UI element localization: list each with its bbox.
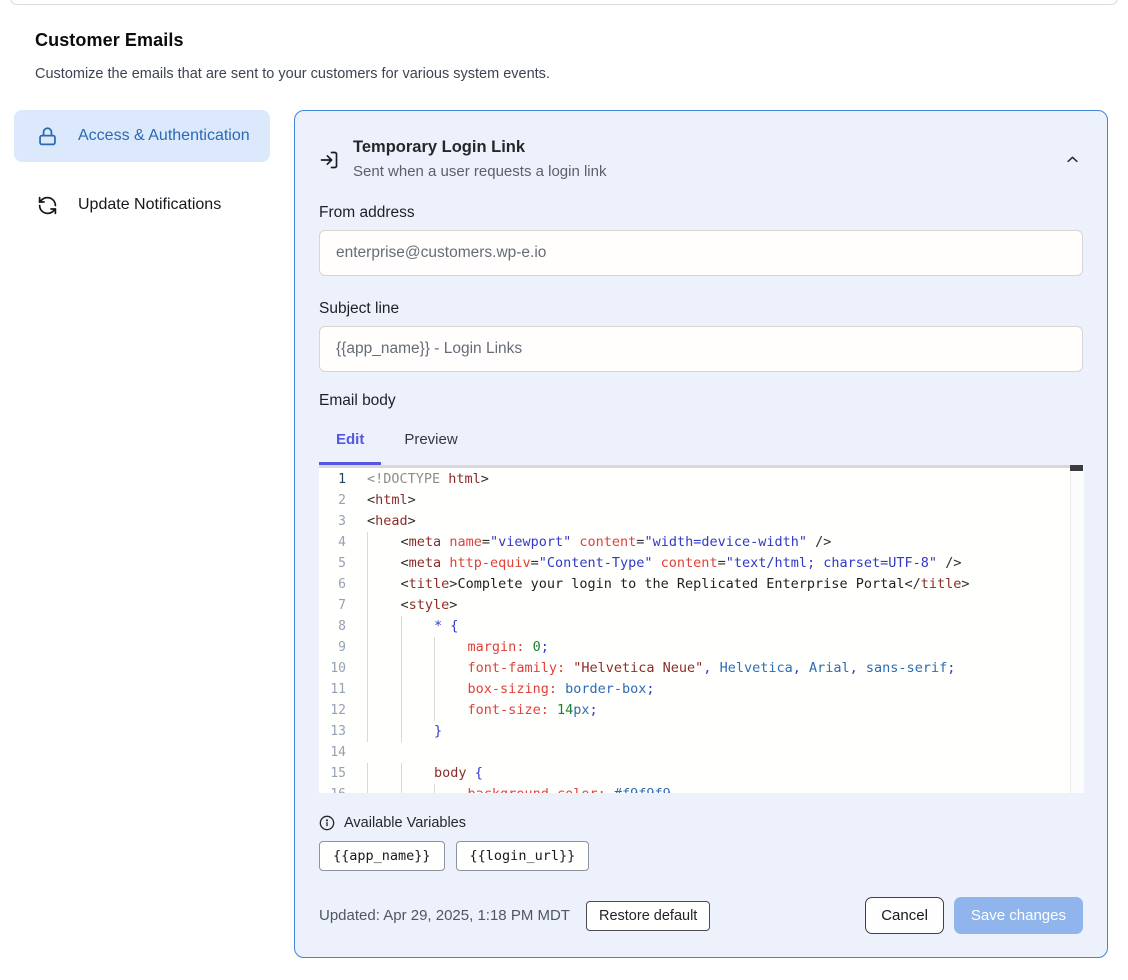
line-number: 10 (319, 658, 367, 679)
sidebar-item-access-authentication[interactable]: Access & Authentication (14, 110, 270, 162)
card-footer: Updated: Apr 29, 2025, 1:18 PM MDT Resto… (319, 897, 1083, 934)
editor-top-scroll-track (319, 465, 1070, 468)
available-variables-header: Available Variables (319, 815, 1083, 831)
card-title: Temporary Login Link (353, 138, 606, 157)
line-number: 4 (319, 532, 367, 553)
line-number: 8 (319, 616, 367, 637)
line-number: 13 (319, 721, 367, 742)
code-text: font-size: 14px; (367, 700, 598, 721)
chevron-up-icon (1065, 152, 1080, 167)
code-text: box-sizing: border-box; (367, 679, 655, 700)
code-text: } (367, 721, 442, 742)
info-icon (319, 815, 335, 831)
line-number: 12 (319, 700, 367, 721)
code-text: <style> (367, 595, 457, 616)
footer-actions: Cancel Save changes (865, 897, 1083, 934)
variable-chip[interactable]: {{login_url}} (456, 841, 590, 871)
code-line[interactable]: 6 <title>Complete your login to the Repl… (319, 574, 1070, 595)
from-address-label: From address (319, 204, 1083, 222)
tab-edit[interactable]: Edit (319, 426, 381, 465)
variable-chips: {{app_name}} {{login_url}} (319, 841, 1083, 871)
line-number: 3 (319, 511, 367, 532)
subject-line-label: Subject line (319, 300, 1083, 318)
code-text: <meta http-equiv="Content-Type" content=… (367, 553, 961, 574)
save-changes-button[interactable]: Save changes (954, 897, 1083, 934)
line-number: 14 (319, 742, 367, 763)
code-text: * { (367, 616, 458, 637)
page-title: Customer Emails (35, 30, 184, 51)
code-text: background-color: #f9f9f9 (367, 784, 671, 793)
email-types-sidebar: Access & Authentication Update Notificat… (14, 110, 270, 231)
editor-vertical-scrollbar[interactable] (1070, 465, 1084, 793)
code-text: <meta name="viewport" content="width=dev… (367, 532, 831, 553)
line-number: 5 (319, 553, 367, 574)
code-lines: 1<!DOCTYPE html>2<html>3<head>4 <meta na… (319, 469, 1070, 793)
code-line[interactable]: 7 <style> (319, 595, 1070, 616)
line-number: 11 (319, 679, 367, 700)
lock-icon (36, 125, 58, 147)
line-number: 9 (319, 637, 367, 658)
sidebar-item-update-notifications[interactable]: Update Notifications (14, 179, 270, 231)
code-line[interactable]: 12 font-size: 14px; (319, 700, 1070, 721)
editor-scrollbar-thumb[interactable] (1070, 465, 1083, 471)
refresh-icon (36, 194, 58, 216)
line-number: 7 (319, 595, 367, 616)
code-text: <title>Complete your login to the Replic… (367, 574, 970, 595)
code-line[interactable]: 4 <meta name="viewport" content="width=d… (319, 532, 1070, 553)
from-address-input[interactable] (319, 230, 1083, 276)
email-body-code-editor[interactable]: 1<!DOCTYPE html>2<html>3<head>4 <meta na… (319, 465, 1084, 793)
card-subtitle: Sent when a user requests a login link (353, 163, 606, 180)
previous-card-bottom-edge (10, 0, 1118, 5)
variable-chip[interactable]: {{app_name}} (319, 841, 445, 871)
code-line[interactable]: 9 margin: 0; (319, 637, 1070, 658)
email-body-tabs: Edit Preview (319, 426, 1083, 465)
available-variables-label: Available Variables (344, 815, 466, 831)
line-number: 2 (319, 490, 367, 511)
code-line[interactable]: 11 box-sizing: border-box; (319, 679, 1070, 700)
sidebar-item-label: Access & Authentication (78, 124, 250, 148)
code-line[interactable]: 15 body { (319, 763, 1070, 784)
code-line[interactable]: 10 font-family: "Helvetica Neue", Helvet… (319, 658, 1070, 679)
code-line[interactable]: 3<head> (319, 511, 1070, 532)
code-line[interactable]: 8 * { (319, 616, 1070, 637)
card-header-text: Temporary Login Link Sent when a user re… (353, 138, 606, 180)
line-number: 15 (319, 763, 367, 784)
tab-preview[interactable]: Preview (387, 426, 474, 465)
code-line[interactable]: 5 <meta http-equiv="Content-Type" conten… (319, 553, 1070, 574)
code-line[interactable]: 1<!DOCTYPE html> (319, 469, 1070, 490)
sidebar-item-label: Update Notifications (78, 193, 221, 217)
code-line[interactable]: 16 background-color: #f9f9f9 (319, 784, 1070, 793)
code-text: margin: 0; (367, 637, 549, 658)
temporary-login-link-card: Temporary Login Link Sent when a user re… (294, 110, 1108, 958)
page-subtitle: Customize the emails that are sent to yo… (35, 66, 550, 82)
line-number: 1 (319, 469, 367, 490)
email-body-label: Email body (319, 392, 1083, 410)
subject-line-input[interactable] (319, 326, 1083, 372)
cancel-button[interactable]: Cancel (865, 897, 944, 934)
card-header: Temporary Login Link Sent when a user re… (319, 138, 1083, 180)
code-text: <html> (367, 490, 416, 511)
code-text: body { (367, 763, 483, 784)
code-line[interactable]: 14 (319, 742, 1070, 763)
code-line[interactable]: 13 } (319, 721, 1070, 742)
line-number: 16 (319, 784, 367, 793)
line-number: 6 (319, 574, 367, 595)
restore-default-button[interactable]: Restore default (586, 901, 710, 931)
collapse-button[interactable] (1063, 150, 1081, 168)
code-line[interactable]: 2<html> (319, 490, 1070, 511)
log-in-icon (319, 150, 339, 170)
updated-timestamp: Updated: Apr 29, 2025, 1:18 PM MDT (319, 907, 570, 924)
code-text: font-family: "Helvetica Neue", Helvetica… (367, 658, 955, 679)
code-text: <!DOCTYPE html> (367, 469, 489, 490)
code-text: <head> (367, 511, 416, 532)
